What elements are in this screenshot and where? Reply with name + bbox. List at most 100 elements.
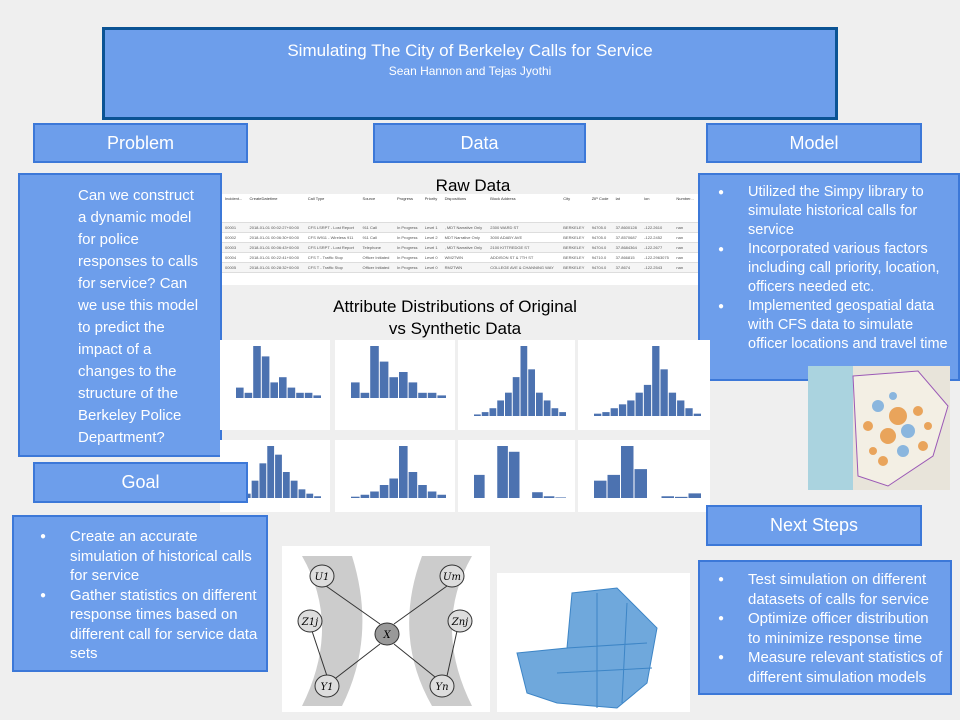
next-step-bullet: Measure relevant statistics of different… (718, 648, 944, 687)
table-cell: 94704.0 (588, 242, 613, 253)
histogram-bar (370, 491, 379, 498)
histogram-bar (379, 485, 389, 498)
berkeley-calls-map-image (808, 366, 950, 490)
histogram-bar (685, 408, 693, 416)
table-header[interactable]: ZIP Code (588, 194, 613, 223)
histogram-bar (389, 377, 398, 398)
histogram-bar (668, 392, 677, 416)
table-cell: 2018-01-01 00:02:27+00:00 (246, 222, 305, 233)
next-step-bullet: Test simulation on different datasets of… (718, 570, 944, 609)
raw-data-label: Raw Data (435, 176, 511, 195)
table-header[interactable]: Incident... (222, 194, 247, 223)
histogram-bar (607, 474, 620, 498)
diagram-node-label: Znj (451, 617, 469, 628)
histogram-bar (675, 496, 688, 498)
map-marker (924, 422, 932, 430)
table-header[interactable]: Progress (393, 194, 422, 223)
table-cell: 2018-01-01 00:22:41+00:00 (246, 252, 305, 263)
map-marker (878, 456, 888, 466)
table-header[interactable]: lon (641, 194, 674, 223)
diagram-node-label: Y1 (321, 682, 334, 693)
table-header[interactable]: CreateDatetime (246, 194, 305, 223)
histogram-bar (313, 395, 321, 398)
histogram-bar (379, 361, 389, 398)
histogram-bar (474, 474, 485, 498)
histogram-bar (528, 369, 535, 416)
table-cell: Level 0 (421, 262, 442, 273)
table-cell: BERKELEY (560, 262, 589, 273)
table-header[interactable]: Call Type (304, 194, 360, 223)
next-step-bullet: Optimize officer distribution to minimiz… (718, 609, 944, 648)
model-bullet: Incorporated various factors including c… (718, 240, 950, 297)
table-cell: In Progress (393, 262, 422, 273)
table-cell: -122.2963075 (641, 252, 674, 263)
table-header[interactable]: lat (612, 194, 642, 223)
table-cell: -122.2677 (641, 242, 674, 253)
histogram-panel (578, 440, 710, 512)
histogram-bar (360, 494, 370, 498)
table-cell: Level 1 (421, 222, 442, 233)
histogram-bar (314, 496, 321, 498)
histogram-bar (408, 382, 418, 398)
table-header[interactable]: Source (359, 194, 394, 223)
table-header[interactable]: City (560, 194, 589, 223)
histogram-bar (618, 404, 627, 416)
goal-body: Create an accurate simulation of histori… (12, 515, 268, 672)
model-body: Utilized the Simpy library to simulate h… (698, 173, 960, 381)
table-cell: In Progress (393, 232, 422, 243)
table-header[interactable]: Number... (673, 194, 698, 223)
table-cell: Level 0 (421, 252, 442, 263)
histogram-bar (602, 412, 610, 416)
poster-title: Simulating The City of Berkeley Calls fo… (287, 41, 653, 60)
goal-bullet: Create an accurate simulation of histori… (40, 527, 260, 586)
model-bullet: Implemented geospatial data with CFS dat… (718, 297, 950, 354)
histogram-bar (437, 395, 446, 398)
map-marker (913, 406, 923, 416)
table-cell: nan (673, 262, 698, 273)
histogram-bar (259, 463, 267, 498)
table-cell: MDT Narrative Only (441, 232, 488, 243)
histogram-bar (287, 387, 296, 398)
model-header: Model (706, 123, 922, 163)
table-cell: 37.8684364 (612, 242, 642, 253)
histogram-panel (458, 340, 575, 430)
table-cell: 00001 (222, 222, 247, 233)
histogram-bar (427, 491, 437, 498)
diagram-node-label: X (382, 630, 391, 641)
histogram-bar (520, 346, 528, 416)
raw-data-table: Incident... CreateDatetime Call Type Source… (222, 194, 698, 273)
map-marker (880, 428, 896, 444)
goal-header: Goal (33, 462, 248, 503)
histogram-bar (370, 346, 379, 398)
table-cell: CFS T - Traffic Stop (304, 252, 360, 263)
table-header[interactable]: Priority (421, 194, 442, 223)
histogram-bar (418, 392, 427, 398)
data-header: Data (373, 123, 586, 163)
table-cell: 37.866815 (612, 252, 642, 263)
histogram-bar (660, 369, 668, 416)
table-cell: RM2TWN (441, 262, 488, 273)
histogram-bar (267, 446, 275, 498)
histogram-panel (578, 340, 710, 430)
diagram-node-label: U1 (315, 572, 330, 583)
histogram-bar (508, 451, 520, 498)
histogram-bar (489, 408, 497, 416)
map-marker (889, 407, 907, 425)
table-cell: 911 Call (359, 232, 394, 243)
table-cell: Telephone (359, 242, 394, 253)
histogram-bar (497, 400, 504, 416)
histogram-bar (275, 454, 282, 498)
table-cell: Officer Initiated (359, 252, 394, 263)
table-cell: 94705.0 (588, 232, 613, 243)
map-marker (872, 400, 884, 412)
table-header[interactable]: Dispositions (441, 194, 488, 223)
map-marker (901, 424, 915, 438)
table-cell: 37.8674 (612, 262, 642, 273)
table-cell: nan (673, 222, 698, 233)
histogram-bar (270, 382, 278, 398)
table-cell: Level 2 (421, 232, 442, 243)
histogram-panel (335, 440, 455, 512)
map-marker (897, 445, 909, 457)
table-cell: 94704.0 (588, 262, 613, 273)
table-header[interactable]: Block Address (487, 194, 561, 223)
